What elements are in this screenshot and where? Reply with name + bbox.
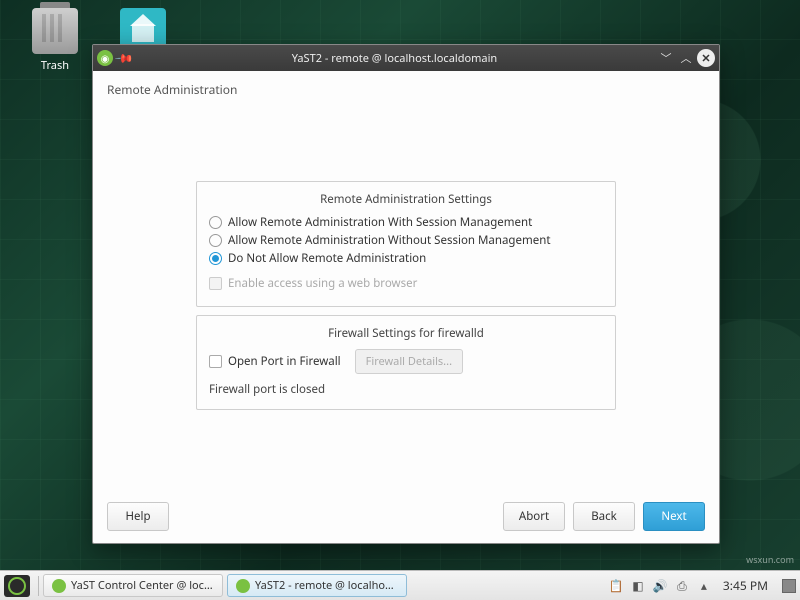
window-title: YaST2 - remote @ localhost.localdomain — [132, 51, 657, 66]
chevron-up-icon[interactable]: ▴ — [697, 579, 711, 593]
checkbox-label: Open Port in Firewall — [228, 354, 341, 369]
close-button[interactable]: ✕ — [697, 49, 715, 67]
system-tray: 📋 ◧ 🔊 ⎙ ▴ 3:45 PM — [609, 577, 796, 594]
task-label: YaST2 - remote @ localhost.locald... — [255, 578, 398, 593]
watermark: wsxun.com — [746, 553, 794, 566]
volume-icon[interactable]: 🔊 — [653, 579, 667, 593]
radio-label: Allow Remote Administration With Session… — [228, 215, 532, 230]
minimize-button[interactable]: ﹀ — [657, 49, 675, 67]
radio-do-not-allow[interactable]: Do Not Allow Remote Administration — [209, 251, 603, 266]
yast-window: ◉ 📌 YaST2 - remote @ localhost.localdoma… — [92, 44, 720, 544]
next-button[interactable]: Next — [643, 502, 705, 531]
firewall-details-button: Firewall Details... — [355, 349, 463, 374]
taskbar-entry-yast-remote[interactable]: YaST2 - remote @ localhost.locald... — [227, 574, 407, 597]
app-launcher[interactable] — [4, 575, 30, 597]
trash-icon — [32, 8, 78, 54]
firewall-status: Firewall port is closed — [209, 382, 603, 397]
task-icon — [236, 579, 250, 593]
taskbar-entry-yast-control-center[interactable]: YaST Control Center @ localhost.lo... — [43, 574, 223, 597]
taskbar: YaST Control Center @ localhost.lo... Ya… — [0, 570, 800, 600]
maximize-button[interactable]: ︿ — [677, 49, 695, 67]
checkbox-web-access: Enable access using a web browser — [209, 276, 603, 291]
updates-icon[interactable]: ◧ — [631, 579, 645, 593]
radio-label: Do Not Allow Remote Administration — [228, 251, 426, 266]
titlebar[interactable]: ◉ 📌 YaST2 - remote @ localhost.localdoma… — [93, 45, 719, 71]
checkbox-icon — [209, 355, 222, 368]
network-icon[interactable]: ⎙ — [675, 579, 689, 593]
checkbox-icon — [209, 277, 222, 290]
dialog-footer: Help Abort Back Next — [107, 496, 705, 531]
radio-label: Allow Remote Administration Without Sess… — [228, 233, 551, 248]
help-button[interactable]: Help — [107, 502, 169, 531]
task-label: YaST Control Center @ localhost.lo... — [71, 578, 214, 593]
firewall-group: Firewall Settings for firewalld Open Por… — [196, 315, 616, 410]
checkbox-label: Enable access using a web browser — [228, 276, 417, 291]
clipboard-icon[interactable]: 📋 — [609, 579, 623, 593]
radio-icon — [209, 216, 222, 229]
desktop-icon-label: Trash — [20, 58, 90, 73]
window-body: Remote Administration Remote Administrat… — [93, 71, 719, 543]
task-icon — [52, 579, 66, 593]
radio-icon — [209, 234, 222, 247]
page-title: Remote Administration — [107, 81, 705, 98]
checkbox-open-port[interactable]: Open Port in Firewall — [209, 354, 341, 369]
app-icon: ◉ — [97, 50, 113, 66]
group-title: Firewall Settings for firewalld — [209, 326, 603, 341]
desktop-switcher[interactable] — [782, 579, 796, 593]
radio-allow-with-session[interactable]: Allow Remote Administration With Session… — [209, 215, 603, 230]
remote-admin-group: Remote Administration Settings Allow Rem… — [196, 181, 616, 307]
separator — [38, 576, 39, 596]
radio-icon — [209, 252, 222, 265]
desktop-icon-trash[interactable]: Trash — [20, 8, 90, 73]
back-button[interactable]: Back — [573, 502, 635, 531]
abort-button[interactable]: Abort — [503, 502, 565, 531]
clock[interactable]: 3:45 PM — [723, 577, 768, 594]
group-title: Remote Administration Settings — [209, 192, 603, 207]
radio-allow-without-session[interactable]: Allow Remote Administration Without Sess… — [209, 233, 603, 248]
